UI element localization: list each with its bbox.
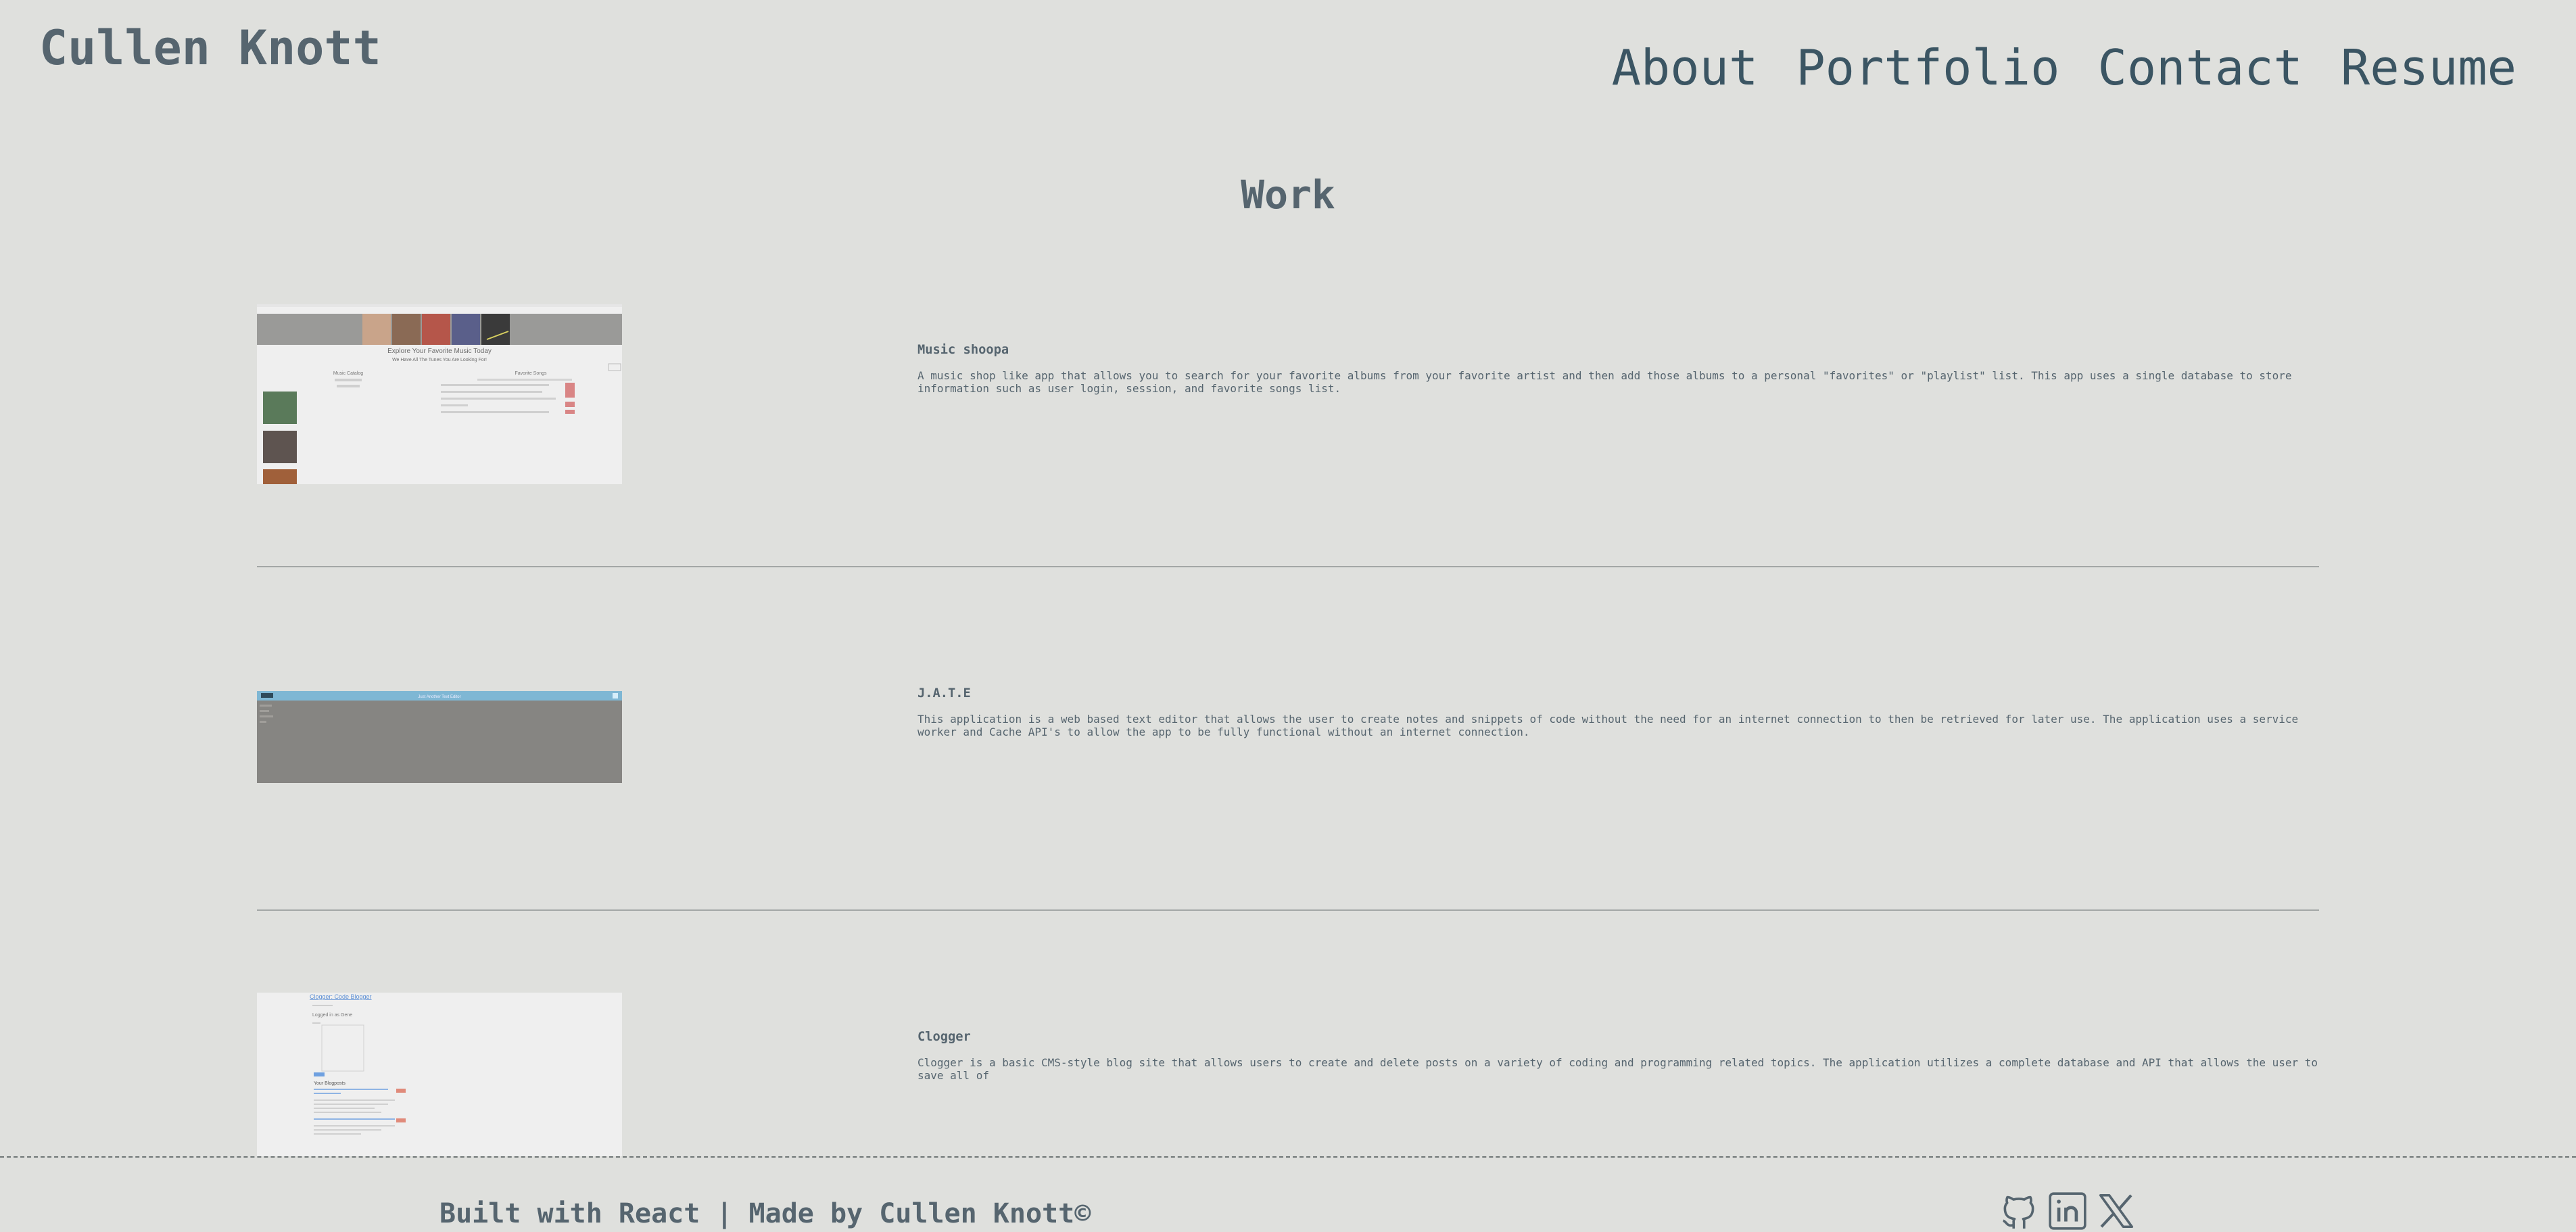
thumb-site-title: Clogger: Code Blogger <box>310 993 372 1000</box>
project-info: J.A.T.E This application is a web based … <box>917 673 2319 739</box>
thumb-col-left-title: Music Catalog <box>333 371 363 376</box>
project-divider <box>257 909 2319 911</box>
jate-screenshot: Just Another Text Editor <box>257 691 622 783</box>
nav-contact[interactable]: Contact <box>2097 39 2302 96</box>
project-divider <box>257 566 2319 567</box>
project-description: This application is a web based text edi… <box>917 713 2299 739</box>
project-info: Clogger Clogger is a basic CMS-style blo… <box>917 1017 2319 1083</box>
thumb-bar-text: Just Another Text Editor <box>418 695 460 699</box>
project-thumbnail-clogger[interactable]: Clogger: Code Blogger Logged in as Gene … <box>257 993 622 1162</box>
thumb-col-right-title: Favorite Songs <box>515 371 547 376</box>
section-title: Work <box>1241 172 1335 218</box>
clogger-screenshot: Clogger: Code Blogger Logged in as Gene … <box>257 993 622 1162</box>
project-title[interactable]: Clogger <box>917 1030 2319 1044</box>
footer-credit: Built with React | Made by Cullen Knott© <box>439 1198 1091 1229</box>
site-footer: Built with React | Made by Cullen Knott© <box>0 1156 2576 1230</box>
project-thumbnail-jate[interactable]: Just Another Text Editor <box>257 691 622 783</box>
nav-portfolio[interactable]: Portfolio <box>1796 39 2059 96</box>
project-info: Music shoopa A music shop like app that … <box>917 330 2319 396</box>
project-title[interactable]: J.A.T.E <box>917 686 2319 701</box>
music-shoopa-screenshot: Explore Your Favorite Music Today We Hav… <box>257 307 622 484</box>
nav-resume[interactable]: Resume <box>2341 39 2517 96</box>
thumb-heading: Explore Your Favorite Music Today <box>387 348 492 355</box>
project-thumbnail-music-shoopa[interactable]: Explore Your Favorite Music Today We Hav… <box>257 304 622 484</box>
project-description: Clogger is a basic CMS-style blog site t… <box>917 1056 2318 1083</box>
site-header: Cullen Knott About Portfolio Contact Res… <box>0 0 2576 128</box>
project-title[interactable]: Music shoopa <box>917 343 2319 357</box>
nav-about[interactable]: About <box>1612 39 1759 96</box>
thumb-logged-in: Logged in as Gene <box>312 1013 352 1018</box>
site-brand[interactable]: Cullen Knott <box>39 20 381 76</box>
main-nav: About Portfolio Contact Resume <box>1612 39 2517 96</box>
thumb-subheading: We Have All The Tunes You Are Looking Fo… <box>392 358 487 362</box>
project-description: A music shop like app that allows you to… <box>917 369 2292 396</box>
thumb-your-blogposts: Your Blogposts <box>314 1081 345 1086</box>
